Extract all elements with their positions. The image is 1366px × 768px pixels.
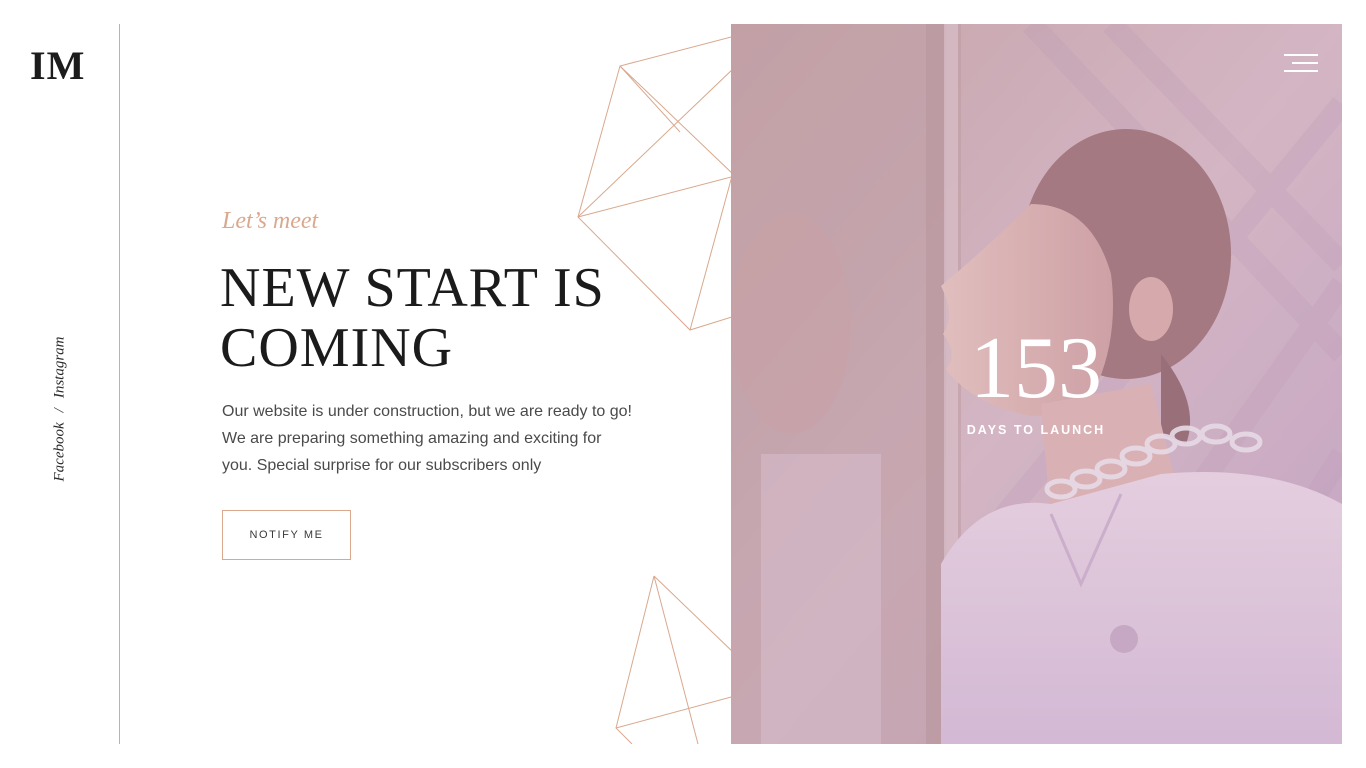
notify-me-button[interactable]: NOTIFY ME — [222, 510, 351, 560]
hamburger-menu-icon — [1284, 54, 1318, 56]
hero-headline: NEW START IS COMING — [220, 258, 680, 378]
hamburger-menu-icon-line — [1292, 62, 1318, 64]
left-rail: IM Facebook / Instagram — [0, 24, 120, 744]
headline-line-2: COMING — [220, 317, 454, 379]
launch-countdown: 153 DAYS TO LAUNCH — [966, 320, 1106, 438]
coming-soon-page: IM Facebook / Instagram Let’s meet NEW S… — [0, 0, 1366, 768]
countdown-label: DAYS TO LAUNCH — [966, 423, 1106, 437]
instagram-link[interactable]: Instagram — [52, 337, 69, 399]
hero-photo-panel: 153 DAYS TO LAUNCH — [731, 24, 1342, 744]
social-separator: / — [51, 408, 68, 413]
brand-logo[interactable]: IM — [30, 46, 85, 86]
headline-line-1: NEW START IS — [220, 257, 605, 319]
hero-kicker: Let’s meet — [222, 208, 319, 234]
social-links: Facebook / Instagram — [52, 337, 69, 482]
facebook-link[interactable]: Facebook — [52, 422, 69, 481]
decorative-geometric-lines — [577, 35, 735, 744]
menu-button[interactable] — [1282, 54, 1318, 76]
hero-description: Our website is under construction, but w… — [222, 403, 632, 474]
hamburger-menu-icon-line — [1284, 70, 1318, 72]
countdown-value: 153 — [970, 320, 1102, 417]
